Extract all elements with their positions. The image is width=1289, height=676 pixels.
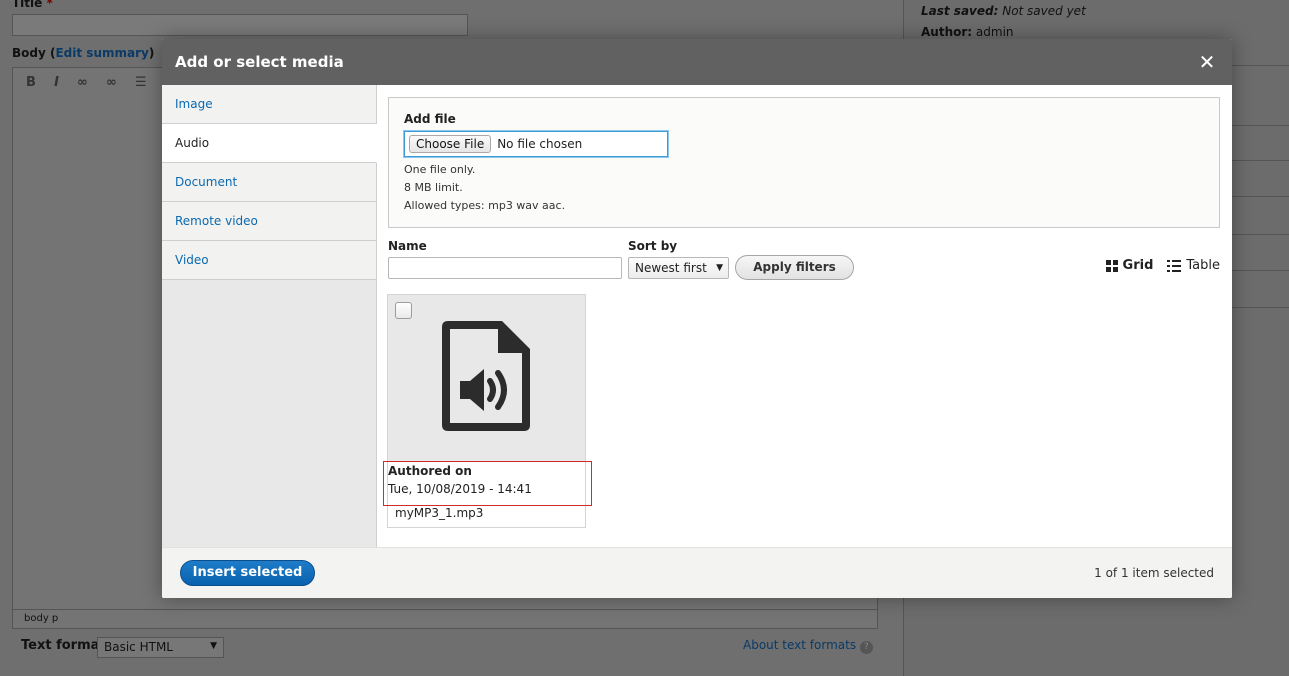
list-icon [1167, 259, 1182, 272]
help-icon: ? [859, 641, 873, 654]
divider [1229, 160, 1289, 161]
tab-audio[interactable]: Audio [162, 124, 377, 163]
media-type-tabs: Image Audio Document Remote video Video [162, 85, 377, 547]
link-icon: ∞ [77, 75, 88, 90]
grid-icon [1105, 259, 1118, 272]
add-file-label: Add file [404, 112, 456, 126]
help-line: One file only. [404, 163, 476, 176]
chevron-down-icon: ▼ [716, 263, 723, 273]
title-label: Title * [12, 0, 53, 10]
tab-image[interactable]: Image [162, 85, 376, 124]
close-icon[interactable]: ✕ [1196, 50, 1218, 74]
dialog-title: Add or select media [175, 53, 344, 71]
insert-selected-button[interactable]: Insert selected [180, 560, 315, 586]
divider [1229, 125, 1289, 126]
divider [1229, 65, 1289, 66]
name-filter-input[interactable] [388, 257, 622, 279]
select-checkbox[interactable] [395, 302, 412, 319]
file-upload-input[interactable]: Choose File No file chosen [404, 131, 668, 157]
divider [1229, 234, 1289, 235]
divider [1229, 307, 1289, 308]
view-toggle: Grid Table [1105, 258, 1220, 273]
editor-path: body p [12, 609, 878, 629]
author-info: Author: admin [921, 25, 1014, 39]
divider [1229, 196, 1289, 197]
sort-by-label: Sort by [628, 239, 678, 253]
tab-document[interactable]: Document [162, 163, 376, 202]
filter-bar: Name Sort by Newest first ▼ Apply filter… [388, 239, 1220, 295]
media-filename: myMP3_1.mp3 [395, 506, 484, 520]
name-filter-label: Name [388, 239, 427, 253]
italic-icon: I [54, 75, 59, 90]
title-input [12, 14, 468, 36]
dialog-footer: Insert selected 1 of 1 item selected [162, 547, 1232, 598]
choose-file-button[interactable]: Choose File [409, 135, 492, 153]
tab-remote-video[interactable]: Remote video [162, 202, 376, 241]
unlink-icon: ∞ [106, 75, 117, 90]
upload-help-text: One file only. 8 MB limit. Allowed types… [404, 161, 1204, 215]
selection-count: 1 of 1 item selected [1094, 566, 1214, 580]
bold-icon: B [26, 75, 36, 90]
no-file-text: No file chosen [497, 137, 583, 151]
list-icon: ☰ [135, 75, 147, 90]
media-thumbnail [388, 295, 585, 461]
text-format-label: Text format [21, 638, 106, 653]
last-saved: Last saved: Not saved yet [921, 4, 1086, 18]
dialog-body: Image Audio Document Remote video Video … [162, 85, 1232, 547]
help-line: 8 MB limit. [404, 181, 463, 194]
body-label: Body (Edit summary) [12, 46, 155, 60]
tab-video[interactable]: Video [162, 241, 376, 280]
grid-view-link[interactable]: Grid [1105, 258, 1153, 273]
apply-filters-button[interactable]: Apply filters [735, 255, 854, 280]
text-format-select: Basic HTML ▼ [97, 637, 224, 658]
about-text-formats-link: About text formats ? [743, 638, 873, 654]
dialog-header: Add or select media ✕ [162, 39, 1232, 85]
add-file-section: Add file Choose File No file chosen One … [388, 97, 1220, 228]
audio-file-icon [442, 321, 530, 431]
authored-on-label: Authored on [388, 464, 472, 478]
authored-on-value: Tue, 10/08/2019 - 14:41 [388, 482, 532, 496]
sort-by-select[interactable]: Newest first ▼ [628, 257, 729, 279]
media-grid-item[interactable]: Authored on Tue, 10/08/2019 - 14:41 myMP… [383, 294, 592, 528]
chevron-down-icon: ▼ [210, 641, 217, 651]
edit-summary-link: Edit summary [55, 46, 149, 60]
divider [1229, 270, 1289, 271]
table-view-link[interactable]: Table [1167, 258, 1220, 273]
media-library-dialog: Add or select media ✕ Image Audio Docume… [162, 39, 1232, 598]
help-line: Allowed types: mp3 wav aac. [404, 199, 566, 212]
editor-toolbar: B I ∞ ∞ ☰ [12, 67, 162, 97]
